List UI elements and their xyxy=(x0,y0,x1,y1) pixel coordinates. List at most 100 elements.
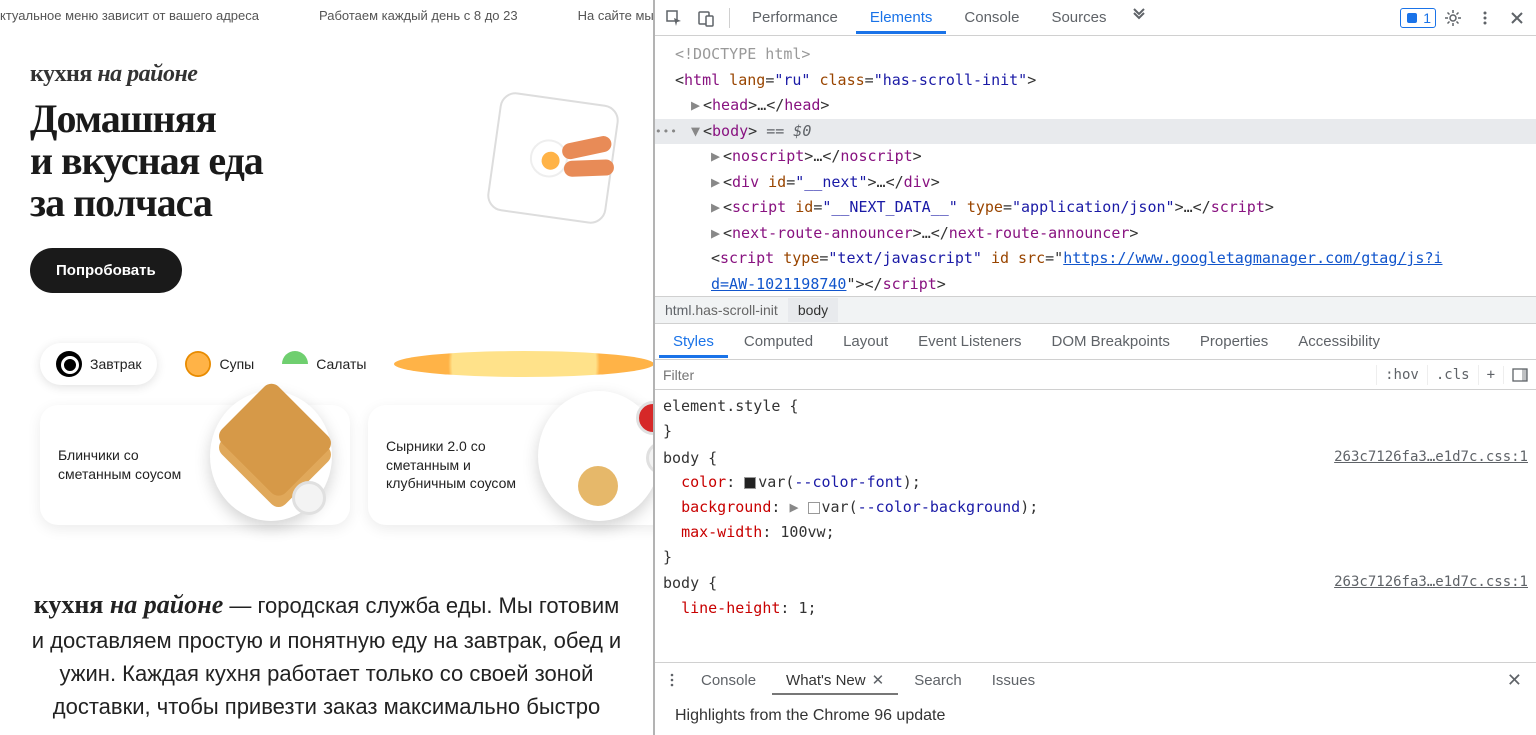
tab-dom-breakpoints[interactable]: DOM Breakpoints xyxy=(1038,325,1184,358)
cls-toggle[interactable]: .cls xyxy=(1427,365,1478,385)
issues-count: 1 xyxy=(1423,10,1431,26)
salad-icon xyxy=(282,351,308,377)
tab-elements[interactable]: Elements xyxy=(856,1,947,34)
expand-icon[interactable]: ▶ xyxy=(691,93,703,119)
drawer-content: Highlights from the Chrome 96 update xyxy=(655,697,1536,735)
new-rule-button[interactable]: + xyxy=(1478,365,1503,385)
sausage-icon xyxy=(561,135,613,161)
css-rule[interactable]: 263c7126fa3…e1d7c.css:1 body { color: va… xyxy=(663,446,1528,570)
product-card[interactable]: Блинчики со сметанным соусом xyxy=(40,405,350,525)
drawer-tab-search[interactable]: Search xyxy=(900,666,976,695)
dom-tree[interactable]: <!DOCTYPE html> <html lang="ru" class="h… xyxy=(655,36,1536,296)
css-rule[interactable]: element.style {} xyxy=(663,394,1528,444)
syrnik-icon xyxy=(578,466,618,506)
css-rule[interactable]: 263c7126fa3…e1d7c.css:1 body { line-heig… xyxy=(663,571,1528,621)
homefood-icon xyxy=(394,351,654,377)
inspect-icon[interactable] xyxy=(659,4,689,32)
tab-computed[interactable]: Computed xyxy=(730,325,827,358)
topbar-text: На сайте мы xyxy=(578,8,654,23)
crumb-html[interactable]: html.has-scroll-init xyxy=(655,298,788,322)
sausage-icon xyxy=(564,159,615,177)
sauce-icon xyxy=(636,401,655,435)
collapse-icon[interactable]: ▼ xyxy=(691,119,703,145)
crumb-body[interactable]: body xyxy=(788,298,838,322)
dom-node[interactable]: <script type="text/javascript" id src="h… xyxy=(711,249,1443,267)
tabs-overflow-icon[interactable] xyxy=(1124,1,1154,29)
expand-icon[interactable]: ▶ xyxy=(711,221,723,247)
issues-badge[interactable]: 1 xyxy=(1400,8,1436,28)
category-label: Салаты xyxy=(316,356,366,372)
device-toggle-icon[interactable] xyxy=(691,4,721,32)
close-tab-icon[interactable]: ✕ xyxy=(872,672,885,689)
hero-line: и вкусная еда xyxy=(30,140,263,182)
tab-styles[interactable]: Styles xyxy=(659,325,728,358)
toggle-sidebar-icon[interactable] xyxy=(1503,366,1536,384)
product-image xyxy=(210,391,332,521)
about-logo: кухня xyxy=(34,590,110,619)
try-button[interactable]: Попробовать xyxy=(30,248,182,293)
drawer-menu-icon[interactable] xyxy=(659,673,685,687)
dom-node[interactable]: <noscript>…</noscript> xyxy=(723,147,922,165)
hero-cta: Попробовать xyxy=(30,248,653,293)
tab-performance[interactable]: Performance xyxy=(738,1,852,34)
drawer-tabs: Console What's New✕ Search Issues ✕ xyxy=(655,663,1536,697)
styles-filter-input[interactable] xyxy=(655,363,1376,387)
about-logo-italic: на районе xyxy=(110,590,223,619)
hov-toggle[interactable]: :hov xyxy=(1376,365,1427,385)
hero-line: за полчаса xyxy=(30,182,263,224)
hero-section: Домашняя и вкусная еда за полчаса xyxy=(0,98,653,228)
magnifier-icon xyxy=(56,351,82,377)
color-swatch-icon[interactable] xyxy=(744,477,756,489)
category-zavtrak[interactable]: Завтрак xyxy=(40,343,157,385)
color-swatch-icon[interactable] xyxy=(808,502,820,514)
dom-node[interactable]: <div id="__next">…</div> xyxy=(723,173,940,191)
category-label: Завтрак xyxy=(90,356,141,372)
drawer-tab-issues[interactable]: Issues xyxy=(978,666,1049,695)
close-drawer-icon[interactable]: ✕ xyxy=(1497,670,1532,691)
styles-rules[interactable]: element.style {} 263c7126fa3…e1d7c.css:1… xyxy=(655,390,1536,662)
settings-icon[interactable] xyxy=(1438,4,1468,32)
dom-node[interactable]: <html lang="ru" class="has-scroll-init"> xyxy=(675,71,1036,89)
drawer-tab-whatsnew[interactable]: What's New✕ xyxy=(772,665,898,695)
product-title: Блинчики со сметанным соусом xyxy=(58,446,198,484)
hero-image xyxy=(483,88,623,228)
website-viewport: ктуальное меню зависит от вашего адреса … xyxy=(0,0,655,735)
hero-line: Домашняя xyxy=(30,98,263,140)
tab-sources[interactable]: Sources xyxy=(1037,1,1120,34)
about-text: кухня на районе — городская служба еды. … xyxy=(0,525,653,723)
expand-icon[interactable]: ▶ xyxy=(711,195,723,221)
product-image xyxy=(538,391,655,521)
styles-tabs: Styles Computed Layout Event Listeners D… xyxy=(655,324,1536,360)
gtag-link[interactable]: https://www.googletagmanager.com/gtag/js… xyxy=(1063,249,1442,267)
category-supy[interactable]: Супы xyxy=(185,351,254,377)
category-salaty[interactable]: Салаты xyxy=(282,351,366,377)
logo-text-italic: на районе xyxy=(97,61,197,87)
tab-console[interactable]: Console xyxy=(950,1,1033,34)
dom-doctype: <!DOCTYPE html> xyxy=(675,45,810,63)
source-link[interactable]: 263c7126fa3…e1d7c.css:1 xyxy=(1334,571,1528,594)
tab-properties[interactable]: Properties xyxy=(1186,325,1282,358)
tab-layout[interactable]: Layout xyxy=(829,325,902,358)
drawer-tab-console[interactable]: Console xyxy=(687,666,770,695)
dom-node-selected[interactable]: ▼<body> == $0 xyxy=(655,119,1536,145)
devtools-tabs: Performance Elements Console Sources xyxy=(738,1,1398,34)
kebab-menu-icon[interactable] xyxy=(1470,4,1500,32)
tab-event-listeners[interactable]: Event Listeners xyxy=(904,325,1035,358)
product-card[interactable]: Сырники 2.0 со сметанным и клубничным со… xyxy=(368,405,655,525)
category-domashnyaya[interactable]: Домашняя еда xyxy=(394,348,655,380)
tab-accessibility[interactable]: Accessibility xyxy=(1284,325,1394,358)
dom-node[interactable]: <head>…</head> xyxy=(703,96,829,114)
dom-node[interactable]: <next-route-announcer>…</next-route-anno… xyxy=(723,224,1138,242)
separator xyxy=(729,8,730,28)
dom-node[interactable]: <script id="__NEXT_DATA__" type="applica… xyxy=(723,198,1274,216)
soup-icon xyxy=(185,351,211,377)
sauce-icon xyxy=(292,481,326,515)
source-link[interactable]: 263c7126fa3…e1d7c.css:1 xyxy=(1334,446,1528,469)
topbar-text: Работаем каждый день с 8 до 23 xyxy=(319,8,518,23)
expand-icon[interactable]: ▶ xyxy=(711,170,723,196)
devtools-drawer: Console What's New✕ Search Issues ✕ High… xyxy=(655,662,1536,735)
gtag-link[interactable]: d=AW-1021198740 xyxy=(711,275,846,293)
category-label: Супы xyxy=(219,356,254,372)
close-devtools-icon[interactable] xyxy=(1502,4,1532,32)
expand-icon[interactable]: ▶ xyxy=(711,144,723,170)
